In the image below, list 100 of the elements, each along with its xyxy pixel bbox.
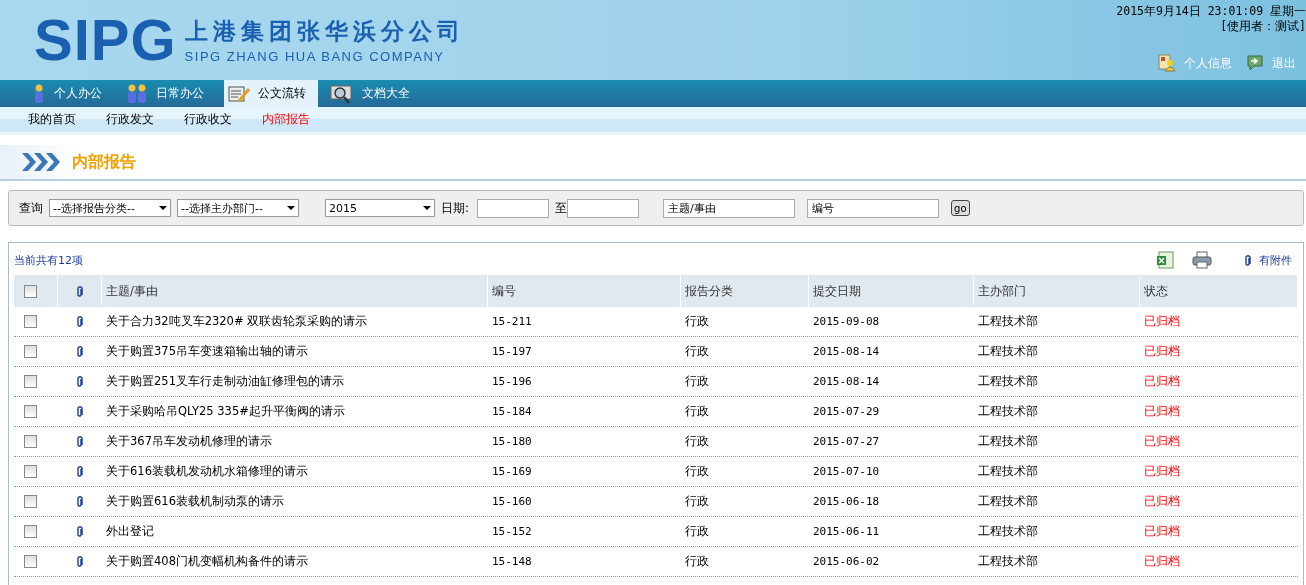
- paperclip-icon: [76, 405, 83, 418]
- subject-cell[interactable]: 关于购置408门机变幅机构备件的请示: [102, 554, 488, 569]
- dropdown[interactable]: 2015: [325, 199, 435, 217]
- table-cell-text: 15-180: [491, 435, 533, 448]
- table-cell-text: 工程技术部: [977, 524, 1039, 539]
- sub-nav-link[interactable]: 行政发文: [106, 111, 154, 128]
- subject-cell[interactable]: 关于合力32吨叉车2320# 双联齿轮泵采购的请示: [102, 314, 488, 329]
- row-checkbox[interactable]: [24, 405, 37, 418]
- table-cell-text: 行政: [684, 434, 710, 449]
- status-cell-text: 已归档: [1143, 404, 1181, 419]
- subject-cell[interactable]: 关于367吊车发动机修理的请示: [102, 434, 488, 449]
- table-cell-text: 工程技术部: [977, 554, 1039, 569]
- sub-nav-link[interactable]: 行政收文: [184, 111, 232, 128]
- status-cell-text: 已归档: [1143, 434, 1181, 449]
- row-checkbox[interactable]: [24, 495, 37, 508]
- row-checkbox[interactable]: [24, 375, 37, 388]
- table-cell-text: 工程技术部: [977, 374, 1039, 389]
- table-cell-text: 15-152: [491, 525, 533, 538]
- subject-cell[interactable]: 关于购置375吊车变速箱输出轴的请示: [102, 344, 488, 359]
- table-cell-text: 2015-09-08: [812, 315, 881, 328]
- company-name: 上港集团张华浜分公司: [184, 17, 465, 46]
- number-field[interactable]: 编号: [807, 198, 940, 218]
- row-checkbox[interactable]: [24, 315, 37, 328]
- table-cell-text: 2015-06-18: [812, 495, 881, 508]
- table-cell-text: 2015-07-29: [812, 405, 881, 418]
- paperclip-icon: [76, 284, 83, 298]
- user-card-icon: [1158, 54, 1176, 72]
- status-cell-text: 已归档: [1143, 494, 1181, 509]
- nav-tab[interactable]: 个人办公: [28, 80, 114, 107]
- table-cell-text: 行政: [684, 464, 710, 479]
- paperclip-icon: [76, 525, 83, 538]
- paperclip-icon: [76, 315, 83, 328]
- table-cell-text: 行政: [684, 374, 710, 389]
- dropdown[interactable]: --选择主办部门--: [177, 199, 299, 217]
- sub-nav-link[interactable]: 内部报告: [262, 111, 310, 128]
- table-cell-text: 2015-06-02: [812, 555, 881, 568]
- table-cell-text: 行政: [684, 494, 710, 509]
- subject-cell[interactable]: 关于采购哈吊QLY25 335#起升平衡阀的请示: [102, 404, 488, 419]
- table-cell-text: 2015-06-11: [812, 525, 881, 538]
- people-icon: [126, 83, 148, 104]
- subject-cell[interactable]: 关于616装载机发动机水箱修理的请示: [102, 464, 488, 479]
- date-to-label: 至: [555, 199, 568, 217]
- column-header: 主办部门: [974, 275, 1140, 307]
- select-all-checkbox[interactable]: [24, 284, 37, 298]
- row-checkbox[interactable]: [24, 435, 37, 448]
- paperclip-icon: [76, 495, 83, 508]
- date-label: 日期:: [441, 199, 470, 217]
- table-cell-text: 工程技术部: [977, 434, 1039, 449]
- status-cell-text: 已归档: [1143, 554, 1181, 569]
- logo: SIPG: [34, 11, 177, 69]
- table-cell-text: 2015-07-10: [812, 465, 881, 478]
- paperclip-icon: [76, 375, 83, 388]
- spreadsheet-icon[interactable]: [1156, 251, 1174, 269]
- table-cell-text: 2015-07-27: [812, 435, 881, 448]
- table-cell-text: 工程技术部: [977, 314, 1039, 329]
- row-checkbox[interactable]: [24, 555, 37, 568]
- status-cell-text: 已归档: [1143, 314, 1181, 329]
- company-name-english: SIPG ZHANG HUA BANG COMPANY: [184, 49, 446, 64]
- date-to-field[interactable]: [567, 198, 640, 218]
- date-from-field[interactable]: [477, 198, 550, 218]
- table-cell-text: 15-196: [491, 375, 533, 388]
- table-cell-text: 2015-08-14: [812, 345, 881, 358]
- nav-tab[interactable]: 日常办公: [122, 80, 216, 107]
- magnifier-icon: [330, 83, 354, 104]
- table-cell-text: 工程技术部: [977, 464, 1039, 479]
- table-cell-text: 15-184: [491, 405, 533, 418]
- nav-tab[interactable]: 文档大全: [326, 80, 422, 107]
- table-cell-text: 行政: [684, 554, 710, 569]
- printer-icon[interactable]: [1192, 251, 1212, 269]
- sub-nav-link[interactable]: 我的首页: [28, 111, 76, 128]
- person-icon: [32, 83, 46, 104]
- paperclip-icon: [76, 555, 83, 568]
- dropdown[interactable]: --选择报告分类--: [49, 199, 171, 217]
- row-checkbox[interactable]: [24, 525, 37, 538]
- paperclip-icon: [76, 435, 83, 448]
- page-title: 内部报告: [72, 151, 136, 173]
- paperclip-icon: [1244, 253, 1251, 267]
- column-header: 主题/事由: [102, 275, 488, 307]
- paperclip-icon: [76, 345, 83, 358]
- status-cell-text: 已归档: [1143, 374, 1181, 389]
- subject-cell[interactable]: 关于购置616装载机制动泵的请示: [102, 494, 488, 509]
- notepad-pencil-icon: [228, 84, 250, 103]
- subject-cell[interactable]: 外出登记: [102, 524, 488, 539]
- table-cell-text: 15-211: [491, 315, 533, 328]
- row-checkbox[interactable]: [24, 465, 37, 478]
- row-checkbox[interactable]: [24, 345, 37, 358]
- table-cell-text: 2015-08-14: [812, 375, 881, 388]
- column-header: 报告分类: [681, 275, 809, 307]
- table-cell-text: 行政: [684, 314, 710, 329]
- subject-cell[interactable]: 关于购置251叉车行走制动油缸修理包的请示: [102, 374, 488, 389]
- table-cell-text: 15-160: [491, 495, 533, 508]
- subject-field[interactable]: 主题/事由: [663, 198, 796, 218]
- status-cell-text: 已归档: [1143, 464, 1181, 479]
- nav-tab[interactable]: 公文流转: [224, 80, 318, 107]
- query-label: 查询: [19, 199, 43, 217]
- status-cell-text: 已归档: [1143, 524, 1181, 539]
- paperclip-icon: [76, 465, 83, 478]
- go-button[interactable]: go: [951, 200, 970, 216]
- column-header: 状态: [1140, 275, 1298, 307]
- table-cell-text: 15-148: [491, 555, 533, 568]
